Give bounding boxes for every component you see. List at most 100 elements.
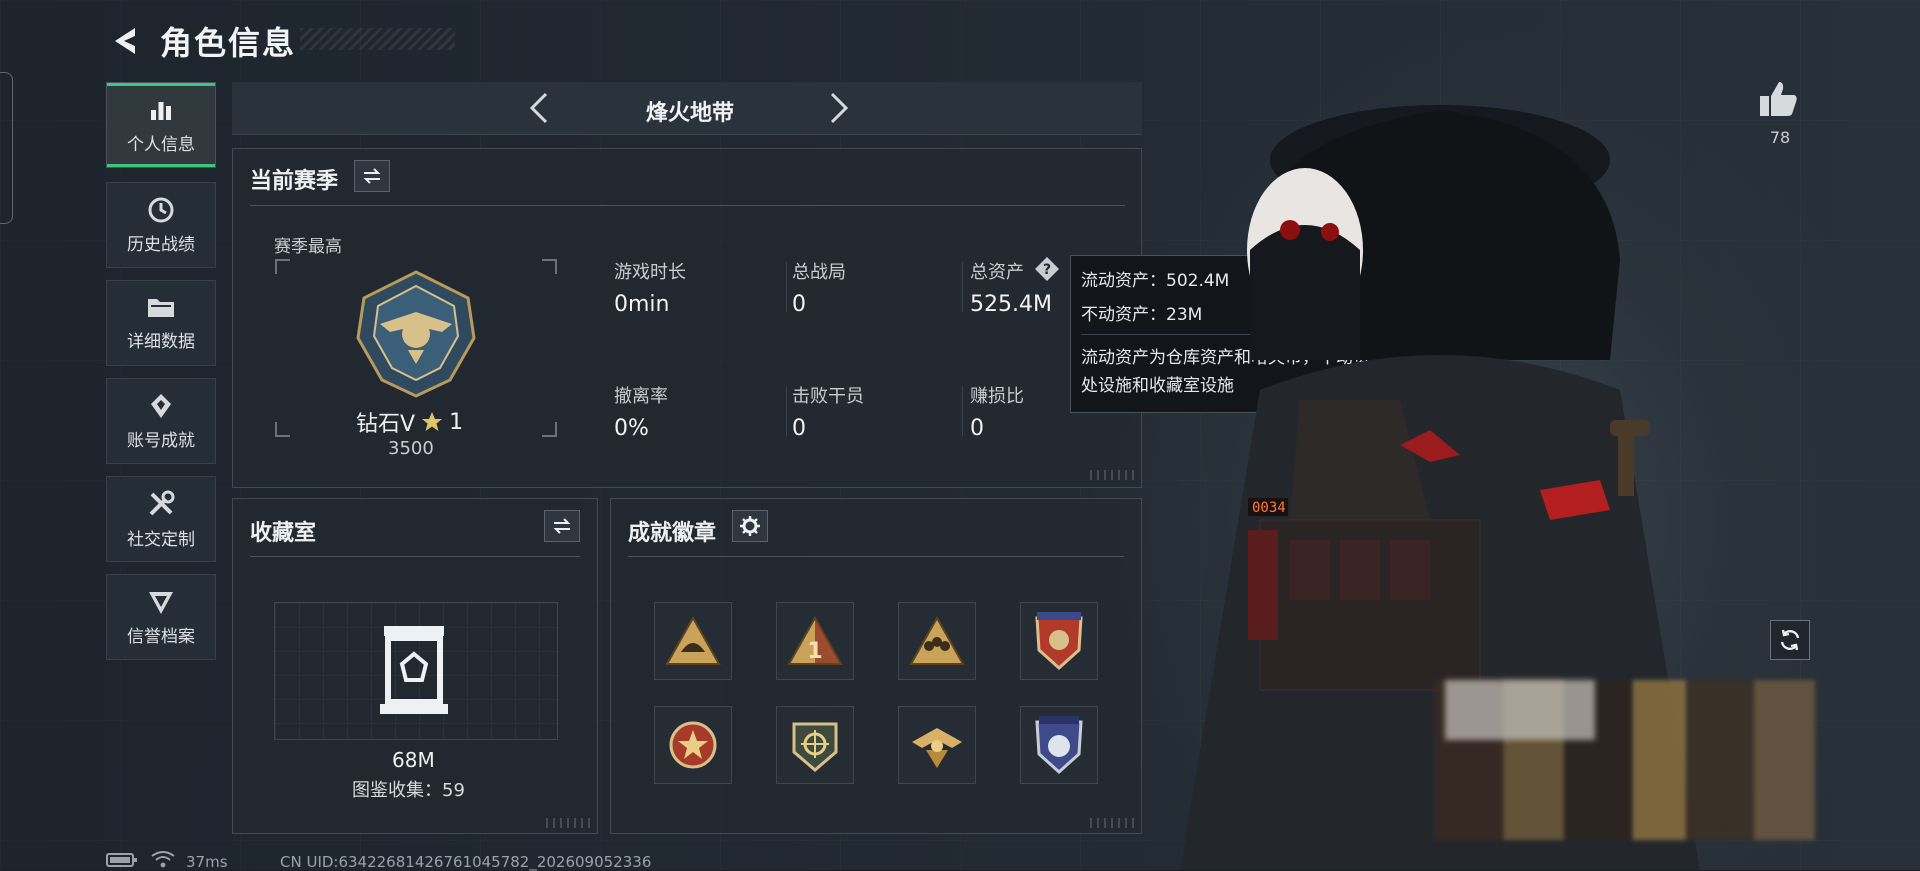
sidebar-item-detailed-data[interactable]: 详细数据: [106, 280, 216, 366]
panel-divider: [250, 556, 580, 557]
sidebar-item-label: 信誉档案: [127, 626, 195, 647]
rank-stars: 1: [449, 409, 464, 435]
display-case-icon: [380, 626, 448, 714]
question-mark-icon: ?: [1035, 257, 1059, 281]
achievement-badge[interactable]: [654, 706, 732, 784]
diamond-rank-emblem-icon: [356, 270, 476, 398]
season-title: 当前赛季: [250, 169, 339, 194]
shield-eagle-badge-icon: [1035, 612, 1083, 671]
stat-label-operators-defeated: 击败干员: [792, 386, 864, 407]
stat-value-operators-defeated: 0: [792, 416, 806, 441]
star-shield-badge-icon: [1035, 716, 1083, 775]
stat-value-profit-loss-ratio: 0: [970, 416, 984, 441]
collection-value: 68M: [392, 748, 435, 772]
sidebar-item-label: 社交定制: [127, 529, 195, 550]
achievement-badge[interactable]: [1020, 602, 1098, 680]
achievement-badge[interactable]: [1020, 706, 1098, 784]
edge-bracket: [0, 72, 13, 224]
collection-switch-button[interactable]: [544, 510, 580, 542]
history-clock-icon: [148, 197, 174, 222]
season-best-label: 赛季最高: [274, 237, 342, 257]
panel-corner-decoration: [546, 818, 592, 828]
eagle-badge-icon: [912, 728, 962, 768]
assets-help-button[interactable]: ?: [1034, 256, 1060, 282]
achievement-badge[interactable]: [776, 706, 854, 784]
stat-value-total-assets: 525.4M: [970, 292, 1052, 317]
sidebar-item-social-custom[interactable]: 社交定制: [106, 476, 216, 562]
stat-value-playtime: 0min: [614, 292, 670, 317]
sidebar-item-credit-record[interactable]: 信誉档案: [106, 574, 216, 660]
stat-divider: [786, 262, 787, 312]
sidebar-item-label: 个人信息: [127, 134, 195, 155]
back-arrow-icon: [115, 28, 135, 54]
squad-badge-icon: [909, 616, 965, 665]
stat-label-total-assets: 总资产: [970, 262, 1024, 283]
sidebar-item-label: 详细数据: [127, 331, 195, 352]
bar-chart-icon: [151, 101, 171, 120]
number-one-badge-icon: 1: [787, 616, 843, 665]
stat-value-extraction-rate: 0%: [614, 416, 649, 441]
stat-label-playtime: 游戏时长: [614, 262, 686, 283]
collection-count: 图鉴收集：59: [352, 780, 465, 801]
sidebar-item-label: 账号成就: [127, 430, 195, 451]
collection-title: 收藏室: [250, 521, 317, 546]
chevron-left-icon: [529, 92, 548, 124]
achievement-badge[interactable]: [898, 602, 976, 680]
sidebar-item-account-achievement[interactable]: 账号成就: [106, 378, 216, 464]
thumbs-up-icon: [1760, 82, 1797, 116]
stat-label-extraction-rate: 撤离率: [614, 386, 668, 407]
like-count: 78: [1769, 128, 1791, 147]
helmet-badge-icon: [665, 616, 721, 665]
wifi-icon: [151, 851, 175, 868]
blurred-overlay: [1445, 680, 1595, 740]
tools-icon: [149, 490, 175, 515]
season-switch-button[interactable]: [354, 160, 390, 192]
svg-text:1: 1: [807, 639, 822, 664]
achievement-badge[interactable]: [654, 602, 732, 680]
mode-name: 烽火地带: [645, 101, 734, 126]
achievement-title: 成就徽章: [628, 521, 717, 546]
rank-label: 钻石V 1: [356, 406, 463, 438]
swap-icon: [363, 168, 381, 184]
folder-icon: [148, 298, 174, 317]
panel-corner-decoration: [1090, 818, 1136, 828]
mode-prev-button[interactable]: [520, 88, 560, 128]
page-title: 角色信息: [160, 24, 297, 62]
shield-wing-icon: [149, 591, 173, 614]
mode-next-button[interactable]: [818, 88, 858, 128]
sidebar-item-personal-info[interactable]: 个人信息: [106, 82, 216, 168]
svg-text:?: ?: [1043, 262, 1051, 278]
user-uid: CN UID:634226814267610457​82_20260905233…: [280, 853, 652, 871]
stat-divider: [962, 386, 963, 436]
star-icon: [422, 412, 443, 431]
battery-icon: [106, 853, 137, 867]
svg-text:0034: 0034: [1252, 500, 1286, 516]
rank-name: 钻石V: [356, 412, 416, 437]
achievement-badge[interactable]: [898, 706, 976, 784]
rotate-icon: [1780, 629, 1800, 651]
sidebar-item-label: 历史战绩: [127, 234, 195, 255]
gear-icon: [740, 516, 760, 536]
achievement-badge[interactable]: 1: [776, 602, 854, 680]
sidebar-item-history[interactable]: 历史战绩: [106, 182, 216, 268]
crosshair-badge-icon: [792, 722, 838, 772]
stat-divider: [962, 262, 963, 312]
achievement-settings-button[interactable]: [732, 510, 768, 542]
panel-corner-decoration: [1090, 470, 1136, 480]
title-decoration: [300, 28, 455, 50]
panel-divider: [250, 205, 1125, 206]
stat-label-profit-loss-ratio: 赚损比: [970, 386, 1024, 407]
panel-divider: [628, 556, 1124, 557]
chevron-right-icon: [830, 92, 849, 124]
like-button[interactable]: [1756, 78, 1800, 122]
stat-value-total-matches: 0: [792, 292, 806, 317]
swap-icon: [553, 518, 571, 534]
achievement-medal-icon: [151, 393, 171, 418]
star-wings-badge-icon: [669, 721, 717, 769]
rank-points: 3500: [388, 438, 434, 459]
rotate-model-button[interactable]: [1770, 620, 1810, 660]
network-ping: 37ms: [186, 853, 228, 871]
stat-divider: [786, 386, 787, 436]
back-button[interactable]: [105, 20, 147, 62]
stat-label-total-matches: 总战局: [792, 262, 846, 283]
